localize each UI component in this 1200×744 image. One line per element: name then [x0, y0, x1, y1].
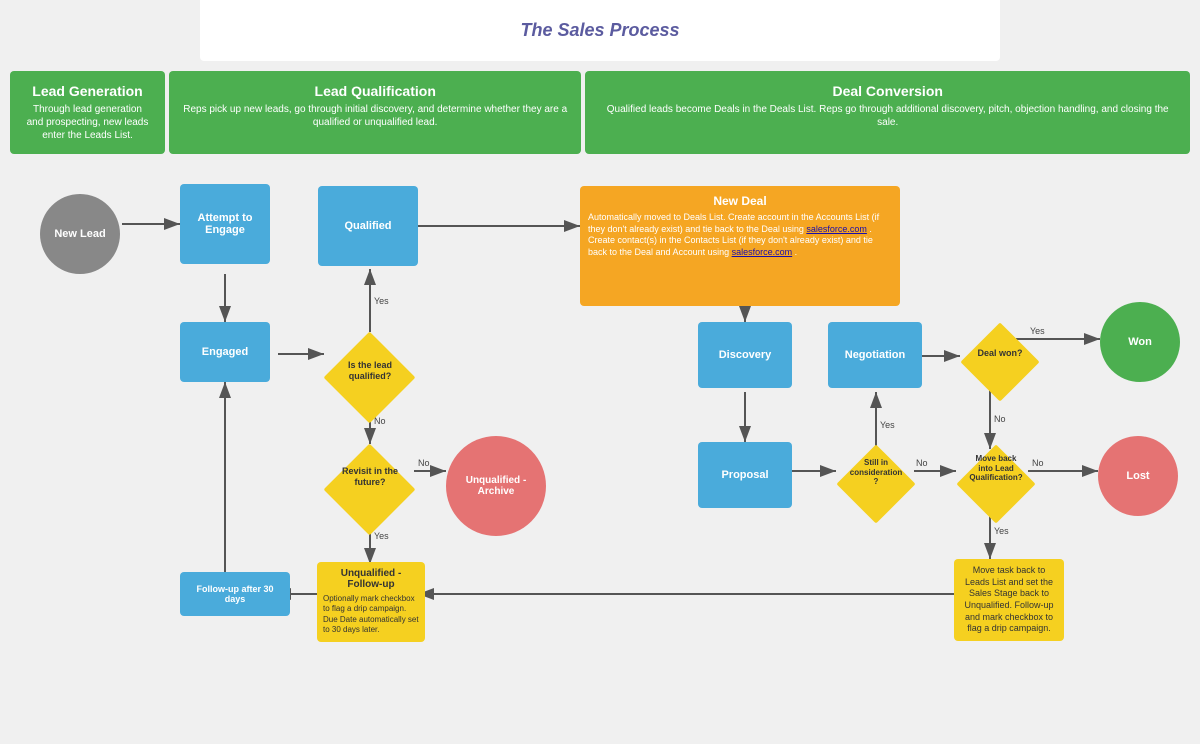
flow-diagram: Yes No No Yes Yes: [10, 164, 1190, 734]
node-move-back-desc: Move task back to Leads List and set the…: [954, 559, 1064, 641]
node-proposal: Proposal: [698, 442, 792, 508]
svg-text:No: No: [916, 458, 928, 468]
node-negotiation: Negotiation: [828, 322, 922, 388]
phase-deal-conversion: Deal Conversion Qualified leads become D…: [585, 71, 1190, 154]
node-followup-30-days: Follow-up after 30 days: [180, 572, 290, 616]
page-title: The Sales Process: [520, 20, 679, 41]
node-engaged: Engaged: [180, 322, 270, 382]
phase-lead-qual-desc: Reps pick up new leads, go through initi…: [183, 103, 567, 129]
node-attempt-to-engage: Attempt to Engage: [180, 184, 270, 264]
node-new-lead: New Lead: [40, 194, 120, 274]
phase-deal-conv-desc: Qualified leads become Deals in the Deal…: [599, 103, 1176, 129]
svg-text:No: No: [418, 458, 430, 468]
node-deal-won: Deal won?: [960, 322, 1040, 402]
node-qualified: Qualified: [318, 186, 418, 266]
svg-text:Yes: Yes: [374, 296, 389, 306]
phase-lead-gen-desc: Through lead generation and prospecting,…: [24, 103, 151, 142]
phase-lead-qualification: Lead Qualification Reps pick up new lead…: [169, 71, 581, 154]
header: The Sales Process: [200, 0, 1000, 61]
phases-bar: Lead Generation Through lead generation …: [10, 71, 1190, 154]
new-deal-link2[interactable]: salesforce.com: [732, 247, 793, 257]
svg-text:Yes: Yes: [994, 526, 1009, 536]
node-unqualified-followup: Unqualified - Follow-up Optionally mark …: [317, 562, 425, 642]
page: The Sales Process Lead Generation Throug…: [0, 0, 1200, 734]
phase-lead-generation: Lead Generation Through lead generation …: [10, 71, 165, 154]
node-discovery: Discovery: [698, 322, 792, 388]
node-unqualified-archive: Unqualified - Archive: [446, 436, 546, 536]
new-deal-desc: Automatically moved to Deals List. Creat…: [588, 212, 892, 259]
node-is-lead-qualified: Is the leadqualified?: [324, 332, 416, 424]
node-won: Won: [1100, 302, 1180, 382]
svg-text:Yes: Yes: [880, 420, 895, 430]
new-deal-title: New Deal: [588, 194, 892, 208]
node-lost: Lost: [1098, 436, 1178, 516]
node-move-back-lq: Move backinto LeadQualification?: [956, 444, 1036, 524]
new-deal-link1[interactable]: salesforce.com: [806, 224, 867, 234]
phase-lead-qual-title: Lead Qualification: [183, 83, 567, 99]
node-still-consideration: Still inconsideration?: [836, 444, 916, 524]
node-new-deal: New Deal Automatically moved to Deals Li…: [580, 186, 900, 306]
phase-lead-gen-title: Lead Generation: [24, 83, 151, 99]
node-revisit-future: Revisit in thefuture?: [324, 444, 416, 536]
svg-text:No: No: [994, 414, 1006, 424]
phase-deal-conv-title: Deal Conversion: [599, 83, 1176, 99]
